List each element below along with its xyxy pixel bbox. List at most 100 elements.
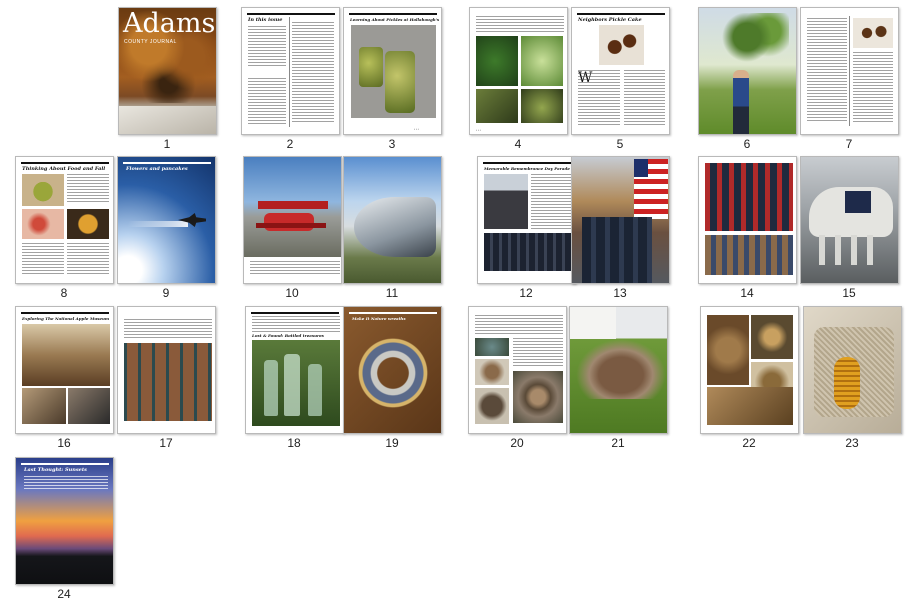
- page-heading: Thinking About Food and Fall: [22, 166, 106, 172]
- text-column: [67, 174, 109, 204]
- page-thumbnail-13[interactable]: [571, 156, 670, 284]
- header-rule: [251, 312, 339, 314]
- wreath-image: [356, 333, 430, 413]
- text-block: [124, 319, 212, 339]
- corn-image: [834, 357, 860, 409]
- flag-canton: [634, 159, 648, 177]
- caption-text: [250, 261, 340, 275]
- soldiers-image: [582, 217, 652, 283]
- cover-masthead: Adams: [123, 8, 216, 39]
- page-number-21: 21: [611, 436, 625, 450]
- text-column: [807, 18, 847, 123]
- page-number-19: 19: [385, 436, 399, 450]
- page-number-16: 16: [57, 436, 71, 450]
- soldiers-parade-image: [705, 163, 793, 231]
- page-heading: Make It Nature wreaths: [352, 316, 406, 321]
- page-thumbnail-19[interactable]: Make It Nature wreaths: [343, 306, 442, 434]
- page-number-12: 12: [519, 286, 533, 300]
- header-rule: [349, 13, 437, 15]
- cover-subtitle: COUNTY JOURNAL: [124, 39, 177, 45]
- baskets-image: [707, 315, 749, 385]
- page-thumbnail-2[interactable]: In this issue: [241, 7, 340, 135]
- page-number-3: 3: [388, 137, 396, 151]
- header-rule: [483, 162, 571, 164]
- twig-wreath-image: [513, 371, 563, 423]
- road-image: [119, 106, 216, 134]
- page-heading: In this issue: [248, 17, 283, 23]
- page-heading: Last Thought: Sunsets: [24, 467, 87, 473]
- page-number-9: 9: [162, 286, 170, 300]
- page-thumbnail-24[interactable]: Last Thought: Sunsets: [15, 457, 114, 585]
- page-thumbnail-5[interactable]: Neighbors Pickle Cake W: [571, 7, 670, 135]
- header-rule: [21, 312, 109, 314]
- tree-image: [719, 13, 789, 73]
- page-thumbnail-6[interactable]: [698, 7, 797, 135]
- text-column: [248, 78, 286, 126]
- museum-interior-image: [22, 324, 110, 386]
- page-number-13: 13: [613, 286, 627, 300]
- nuts-image: [751, 315, 793, 359]
- page-thumbnail-1[interactable]: Adams COUNTY JOURNAL: [118, 7, 217, 135]
- text-block: [252, 316, 340, 332]
- page-thumbnail-21[interactable]: [569, 306, 668, 434]
- header-rule: [349, 312, 437, 314]
- page-heading: Neighbors Pickle Cake: [578, 17, 642, 23]
- text-block: [24, 476, 108, 490]
- page-thumbnail-9[interactable]: Flowers and pancakes: [117, 156, 216, 284]
- page-number-5: 5: [616, 137, 624, 151]
- page-number-7: 7: [845, 137, 853, 151]
- text-block: [476, 16, 564, 34]
- page-heading: Learning About Pickles at Hollabaugh's: [350, 17, 440, 22]
- header-rule: [21, 463, 109, 465]
- page-number-22: 22: [742, 436, 756, 450]
- museum-display-image: [22, 388, 66, 424]
- page-thumbnail-11[interactable]: [343, 156, 442, 284]
- page-thumbnail-3[interactable]: Learning About Pickles at Hollabaugh's •…: [343, 7, 442, 135]
- page-number-1: 1: [163, 137, 171, 151]
- page-number-10: 10: [285, 286, 299, 300]
- pickle-cake-image: [599, 25, 644, 65]
- plane-cockpit-image: [354, 197, 436, 257]
- biplane-image: [244, 157, 341, 257]
- page-thumbnail-20[interactable]: [468, 306, 567, 434]
- page-thumbnail-18[interactable]: Lost & Found: Bottled treasures: [245, 306, 344, 434]
- page-thumbnail-15[interactable]: [800, 156, 899, 284]
- bowl-image: [521, 89, 563, 123]
- page-thumbnail-17[interactable]: [117, 306, 216, 434]
- flag-parade-image: [484, 174, 528, 229]
- page-footer: • • •: [476, 128, 481, 132]
- contents-list: [248, 26, 286, 66]
- page-thumbnail-12[interactable]: Memorable Remembrance Day Parade: [477, 156, 576, 284]
- text-column: [624, 70, 665, 125]
- page-heading: Memorable Remembrance Day Parade: [484, 166, 570, 171]
- crowd-image: [705, 235, 793, 275]
- page-thumbnail-16[interactable]: Exploring The National Apple Museum: [15, 306, 114, 434]
- twig-ball-image: [475, 359, 509, 385]
- page-thumbnail-23[interactable]: [803, 306, 902, 434]
- page-thumbnail-22[interactable]: [700, 306, 799, 434]
- twig-sphere-image: [475, 388, 509, 424]
- barn-image: [570, 307, 616, 339]
- page-number-17: 17: [159, 436, 173, 450]
- brush-pile-image: [576, 339, 666, 399]
- page-thumbnail-7[interactable]: [800, 7, 899, 135]
- text-column: [578, 70, 620, 125]
- soup-image: [67, 209, 109, 239]
- page-number-15: 15: [842, 286, 856, 300]
- harvest-table-image: [707, 387, 793, 425]
- cut-apple-image: [22, 209, 64, 239]
- page-thumbnail-10[interactable]: [243, 156, 342, 284]
- page-thumbnail-4[interactable]: • • •: [469, 7, 568, 135]
- sliced-cucumbers-image: [521, 36, 563, 86]
- page-thumbnail-14[interactable]: [698, 156, 797, 284]
- person-image: [733, 70, 749, 134]
- page-number-4: 4: [514, 137, 522, 151]
- header-rule: [247, 13, 335, 15]
- page-thumbnail-8[interactable]: Thinking About Food and Fall: [15, 156, 114, 284]
- page-number-11: 11: [385, 286, 399, 300]
- text-column: [853, 52, 893, 124]
- page-heading: Lost & Found: Bottled treasures: [252, 333, 324, 338]
- page-number-18: 18: [287, 436, 301, 450]
- marching-soldiers-image: [484, 233, 572, 271]
- apple-image: [22, 174, 64, 206]
